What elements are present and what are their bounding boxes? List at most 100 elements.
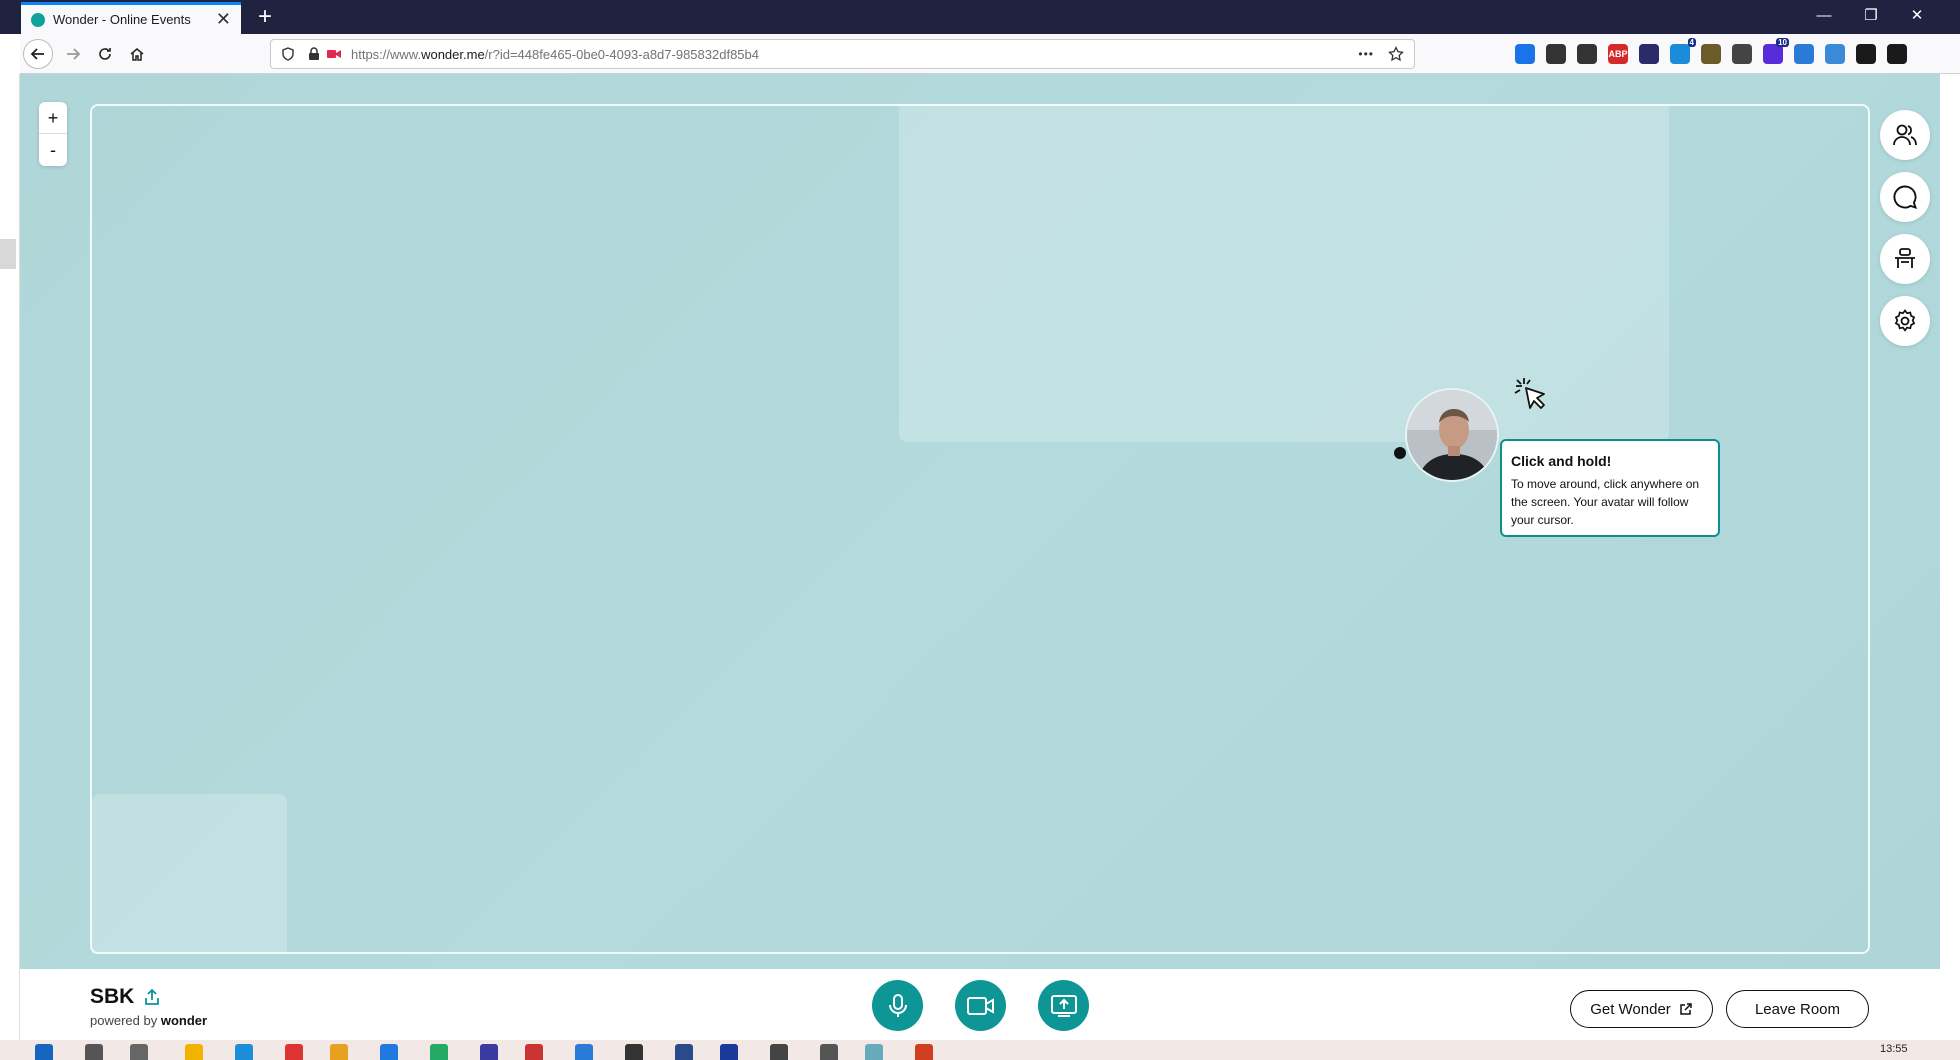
- room-name-text: SBK: [90, 985, 135, 1008]
- menu-icon[interactable]: [1887, 44, 1907, 64]
- room-canvas[interactable]: + - Click and hold! To move around, clic…: [20, 74, 1940, 969]
- gear-icon: [1894, 309, 1916, 332]
- camera-button[interactable]: [955, 980, 1006, 1031]
- spaces-button[interactable]: [1880, 234, 1930, 284]
- extension-purple-icon[interactable]: 10: [1763, 38, 1789, 64]
- library-icon[interactable]: [1546, 44, 1566, 64]
- home-button[interactable]: [122, 39, 152, 69]
- extension-badge: 10: [1776, 38, 1789, 47]
- reload-icon: [99, 48, 111, 60]
- taskbar-app-icon[interactable]: [235, 1044, 253, 1060]
- taskbar-app-icon[interactable]: [130, 1044, 148, 1060]
- room-name: SBK: [90, 985, 160, 1009]
- back-button[interactable]: [23, 39, 53, 69]
- browser-navbar: https://www.wonder.me/r?id=448fe465-0be0…: [20, 34, 1960, 74]
- participants-button[interactable]: [1880, 110, 1930, 160]
- browser-titlebar: Wonder - Online Events ✕ + — ❐ ✕: [0, 0, 1960, 34]
- adblock-icon[interactable]: ABP: [1608, 44, 1628, 64]
- taskbar-app-icon[interactable]: [675, 1044, 693, 1060]
- taskbar-app-icon[interactable]: [285, 1044, 303, 1060]
- extension-screen-icon[interactable]: [1825, 44, 1845, 64]
- settings-button[interactable]: [1880, 296, 1930, 346]
- taskbar-app-icon[interactable]: [820, 1044, 838, 1060]
- extension-globe-icon[interactable]: [1732, 44, 1752, 64]
- browser-tab-active[interactable]: Wonder - Online Events ✕: [21, 2, 241, 34]
- room-bottom-bar: SBK powered by wonder Get Wonder Leave R…: [20, 969, 1940, 1040]
- people-icon: [1893, 124, 1917, 146]
- taskbar-app-icon[interactable]: [380, 1044, 398, 1060]
- taskbar-app-icon[interactable]: [525, 1044, 543, 1060]
- reload-button[interactable]: [90, 39, 120, 69]
- taskbar-app-icon[interactable]: [480, 1044, 498, 1060]
- get-wonder-button[interactable]: Get Wonder: [1570, 990, 1713, 1028]
- zoom-out-button[interactable]: -: [39, 134, 67, 166]
- tab-title: Wonder - Online Events: [53, 12, 191, 27]
- sidebar-selected-item[interactable]: [0, 239, 16, 269]
- extension-tools-icon[interactable]: [1701, 44, 1721, 64]
- avatar-position-dot: [1394, 447, 1406, 459]
- taskbar-app-icon[interactable]: [85, 1044, 103, 1060]
- os-taskbar: 13:55: [0, 1040, 1960, 1060]
- address-bar[interactable]: https://www.wonder.me/r?id=448fe465-0be0…: [270, 39, 1415, 69]
- window-close-button[interactable]: ✕: [1894, 0, 1940, 34]
- taskbar-app-icon[interactable]: [915, 1044, 933, 1060]
- taskbar-app-icon[interactable]: [575, 1044, 593, 1060]
- room-area-top[interactable]: [899, 106, 1669, 442]
- screen-share-button[interactable]: [1038, 980, 1089, 1031]
- camera-indicator-icon[interactable]: [327, 48, 341, 60]
- extension-sync-icon[interactable]: [1794, 44, 1814, 64]
- taskbar-app-icon[interactable]: [625, 1044, 643, 1060]
- home-icon: [130, 48, 144, 61]
- powered-by: powered by wonder: [90, 1013, 208, 1028]
- bookmark-star-icon[interactable]: [1388, 46, 1404, 62]
- taskbar-app-icon[interactable]: [35, 1044, 53, 1060]
- window-minimize-button[interactable]: —: [1801, 0, 1847, 34]
- extension-blue-icon[interactable]: 4: [1670, 38, 1696, 64]
- new-tab-button[interactable]: +: [250, 2, 280, 32]
- microphone-button[interactable]: [872, 980, 923, 1031]
- external-link-icon: [1680, 1003, 1692, 1015]
- screen-share-icon: [1050, 994, 1077, 1017]
- microphone-icon: [888, 993, 907, 1017]
- extension-badge: 4: [1687, 38, 1696, 47]
- extensions-puzzle-icon[interactable]: [1856, 44, 1876, 64]
- zoom-control: + -: [39, 102, 67, 166]
- taskbar-app-icon[interactable]: [865, 1044, 883, 1060]
- taskbar-app-icon[interactable]: [185, 1044, 203, 1060]
- video-camera-icon: [966, 996, 994, 1015]
- forward-button[interactable]: [58, 39, 88, 69]
- get-wonder-label: Get Wonder: [1590, 1000, 1671, 1018]
- room-area-bottom[interactable]: [92, 794, 287, 954]
- taskbar-app-icon[interactable]: [770, 1044, 788, 1060]
- tooltip-title: Click and hold!: [1511, 453, 1612, 469]
- url-text: https://www.wonder.me/r?id=448fe465-0be0…: [351, 46, 759, 62]
- extensions-toolbar: ABP 4 10: [1515, 38, 1907, 69]
- leave-room-button[interactable]: Leave Room: [1726, 990, 1869, 1028]
- page-actions-button[interactable]: •••: [1358, 47, 1374, 61]
- share-icon[interactable]: [144, 988, 160, 1006]
- lock-icon[interactable]: [307, 47, 321, 61]
- avatar-photo: [1407, 390, 1497, 480]
- taskbar-app-icon[interactable]: [720, 1044, 738, 1060]
- taskbar-app-icon[interactable]: [330, 1044, 348, 1060]
- arrow-right-icon: [67, 48, 81, 60]
- leave-room-label: Leave Room: [1754, 1000, 1841, 1018]
- tooltip-body: To move around, click anywhere on the sc…: [1511, 477, 1700, 527]
- left-sidebar-edge: [0, 74, 20, 1040]
- chat-button[interactable]: [1880, 172, 1930, 222]
- tab-close-icon[interactable]: ✕: [216, 9, 231, 30]
- shield-icon[interactable]: [281, 47, 295, 61]
- reader-icon[interactable]: [1577, 44, 1597, 64]
- zoom-in-button[interactable]: +: [39, 102, 67, 134]
- onboarding-tooltip: Click and hold! To move around, click an…: [1500, 439, 1720, 537]
- user-avatar[interactable]: [1405, 388, 1499, 482]
- table-chairs-icon: [1895, 248, 1915, 268]
- privacy-icon[interactable]: [1639, 44, 1659, 64]
- download-icon[interactable]: [1515, 44, 1535, 64]
- room-side-actions: [1880, 110, 1930, 346]
- window-restore-button[interactable]: ❐: [1848, 0, 1894, 34]
- wonder-favicon-icon: [31, 12, 45, 27]
- taskbar-app-icon[interactable]: [430, 1044, 448, 1060]
- taskbar-clock: 13:55: [1880, 1043, 1908, 1055]
- media-controls: [872, 980, 1089, 1031]
